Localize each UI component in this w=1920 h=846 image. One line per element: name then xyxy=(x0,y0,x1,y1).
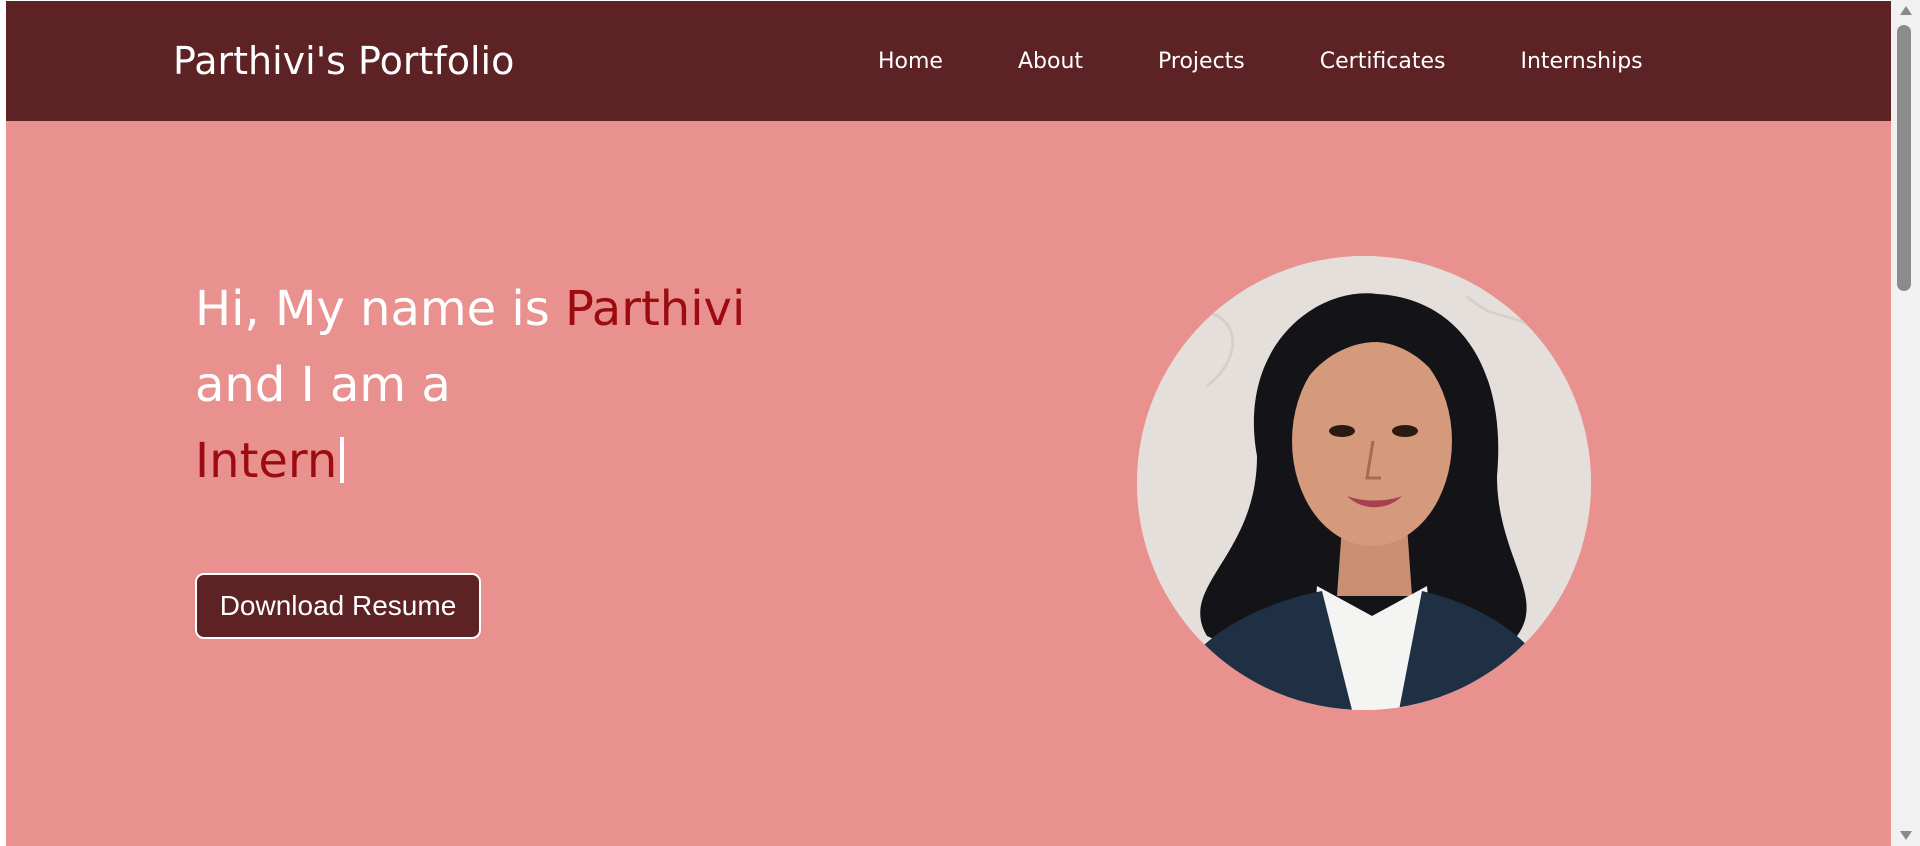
hero-intro-text: Hi, My name is xyxy=(195,281,566,337)
nav-links: Home About Projects Certificates Interns… xyxy=(878,47,1643,77)
hero-heading: Hi, My name is Parthivi and I am a Inter… xyxy=(195,271,745,499)
hero-line-3: Intern xyxy=(195,423,745,499)
nav-link-certificates[interactable]: Certificates xyxy=(1320,47,1446,77)
nav-link-projects[interactable]: Projects xyxy=(1158,47,1245,77)
hero-line-2: and I am a xyxy=(195,357,451,413)
brand-title[interactable]: Parthivi's Portfolio xyxy=(173,37,514,85)
scrollbar-thumb[interactable] xyxy=(1897,25,1911,291)
nav-link-internships[interactable]: Internships xyxy=(1521,47,1643,77)
scroll-down-icon[interactable] xyxy=(1900,831,1912,840)
navbar: Parthivi's Portfolio Home About Projects… xyxy=(6,1,1891,121)
profile-photo xyxy=(1137,256,1591,710)
hero-name: Parthivi xyxy=(565,281,746,337)
typing-cursor xyxy=(340,437,345,483)
nav-link-about[interactable]: About xyxy=(1018,47,1083,77)
profile-photo-icon xyxy=(1137,256,1591,710)
hero-role: Intern xyxy=(195,433,338,489)
download-resume-button[interactable]: Download Resume xyxy=(195,573,481,639)
page-viewport: Parthivi's Portfolio Home About Projects… xyxy=(6,1,1891,846)
nav-link-home[interactable]: Home xyxy=(878,47,943,77)
scroll-up-icon[interactable] xyxy=(1900,6,1912,15)
vertical-scrollbar[interactable] xyxy=(1891,0,1920,846)
hero-line-1: Hi, My name is Parthivi xyxy=(195,271,745,347)
